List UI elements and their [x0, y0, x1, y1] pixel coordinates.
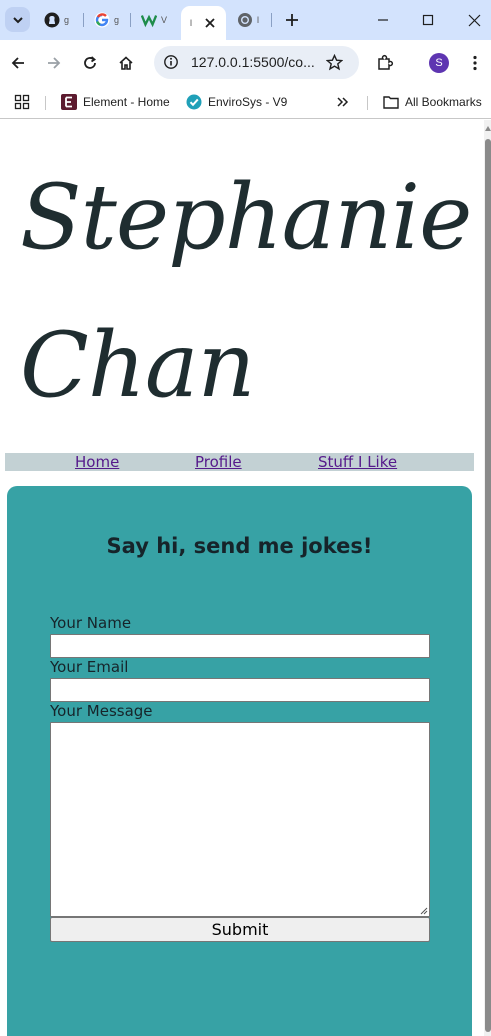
maximize-icon: [422, 14, 434, 26]
tab-active[interactable]: l: [181, 6, 226, 40]
chrome-menu-button[interactable]: [464, 52, 486, 74]
tab-strip: g g V l l: [0, 0, 491, 40]
back-button[interactable]: [7, 52, 29, 74]
contact-form-title: Say hi, send me jokes!: [106, 534, 373, 558]
chrome-icon: [237, 12, 253, 28]
message-label: Your Message: [50, 702, 153, 720]
github-icon: [44, 12, 60, 28]
window-close-button[interactable]: [464, 10, 484, 30]
tab-github[interactable]: g: [44, 8, 70, 32]
name-label: Your Name: [50, 614, 132, 632]
maximize-button[interactable]: [418, 10, 438, 30]
email-input[interactable]: [50, 678, 430, 702]
page-viewport: Stephanie Chan Home Profile Stuff I Like…: [0, 120, 484, 1036]
profile-avatar[interactable]: S: [429, 53, 449, 73]
all-bookmarks-button[interactable]: All Bookmarks: [383, 92, 482, 112]
bookmarks-overflow-button[interactable]: [336, 92, 350, 112]
site-title-line-2: Chan: [20, 313, 255, 418]
tab-separator: [130, 13, 131, 27]
close-icon: [468, 14, 480, 26]
bookmarks-separator: [45, 96, 46, 110]
w-logo-icon: [141, 12, 157, 28]
nav-link-home[interactable]: Home: [75, 453, 119, 471]
name-input[interactable]: [50, 634, 430, 658]
contact-form-card: Say hi, send me jokes! Your Name Your Em…: [7, 486, 472, 1036]
tab-search-button[interactable]: [5, 7, 30, 32]
double-chevron-right-icon: [337, 97, 349, 107]
home-icon: [119, 56, 133, 70]
bookmark-label: EnviroSys - V9: [208, 95, 288, 109]
resize-grip-icon[interactable]: [420, 907, 428, 915]
tab-separator: [83, 13, 84, 27]
google-icon: [94, 12, 110, 28]
tab-google[interactable]: g: [94, 8, 120, 32]
forward-button[interactable]: [43, 52, 65, 74]
minimize-icon: [378, 19, 388, 21]
chevron-down-icon: [12, 16, 23, 23]
more-vert-icon: [473, 55, 477, 71]
apps-grid-icon: [14, 94, 30, 110]
plus-icon: [286, 14, 298, 26]
message-textarea[interactable]: [50, 722, 430, 917]
scroll-up-arrow-icon[interactable]: [485, 126, 491, 131]
site-title-line-1: Stephanie: [20, 165, 472, 270]
nav-link-profile[interactable]: Profile: [195, 453, 242, 471]
all-bookmarks-label: All Bookmarks: [405, 95, 482, 109]
address-bar[interactable]: 127.0.0.1:5500/co...: [154, 46, 359, 79]
url-text: 127.0.0.1:5500/co...: [191, 54, 315, 70]
folder-icon: [383, 94, 399, 110]
bookmarks-separator: [367, 96, 368, 110]
email-label: Your Email: [50, 658, 129, 676]
star-icon[interactable]: [326, 54, 343, 71]
tab-separator: [271, 13, 272, 27]
tab-w[interactable]: V: [141, 8, 167, 32]
bookmark-label: Element - Home: [83, 95, 170, 109]
extensions-button[interactable]: [374, 52, 396, 74]
browser-toolbar: 127.0.0.1:5500/co... S: [0, 40, 491, 110]
bookmark-element-home[interactable]: Element - Home: [61, 92, 170, 112]
tab-title: l: [257, 15, 259, 25]
home-button[interactable]: [115, 52, 137, 74]
new-tab-button[interactable]: [282, 10, 302, 30]
close-icon[interactable]: [205, 18, 215, 28]
page-scrollbar[interactable]: [484, 120, 491, 1036]
tab-title: g: [114, 15, 120, 25]
reload-button[interactable]: [79, 52, 101, 74]
nav-link-stuff-i-like[interactable]: Stuff I Like: [318, 453, 397, 471]
scrollbar-thumb[interactable]: [485, 139, 491, 1032]
arrow-left-icon: [11, 57, 24, 69]
apps-button[interactable]: [14, 92, 30, 112]
tab-title: V: [161, 15, 167, 25]
reload-icon: [84, 56, 97, 69]
tab-chrome[interactable]: l: [237, 8, 263, 32]
puzzle-piece-icon: [378, 54, 394, 70]
tab-title: g: [64, 15, 70, 25]
minimize-button[interactable]: [373, 10, 393, 30]
site-info-icon[interactable]: [163, 54, 179, 70]
check-badge-icon: [186, 94, 202, 110]
bookmarks-bar: Element - Home EnviroSys - V9 All Bookma…: [0, 86, 491, 119]
submit-button[interactable]: Submit: [50, 917, 430, 942]
arrow-right-icon: [48, 57, 61, 69]
site-title: Stephanie Chan: [20, 144, 472, 440]
bookmark-envirosys[interactable]: EnviroSys - V9: [186, 92, 287, 112]
element-e-icon: [61, 94, 77, 110]
tab-title: l: [190, 18, 192, 28]
nav-bar: Home Profile Stuff I Like: [5, 453, 474, 471]
